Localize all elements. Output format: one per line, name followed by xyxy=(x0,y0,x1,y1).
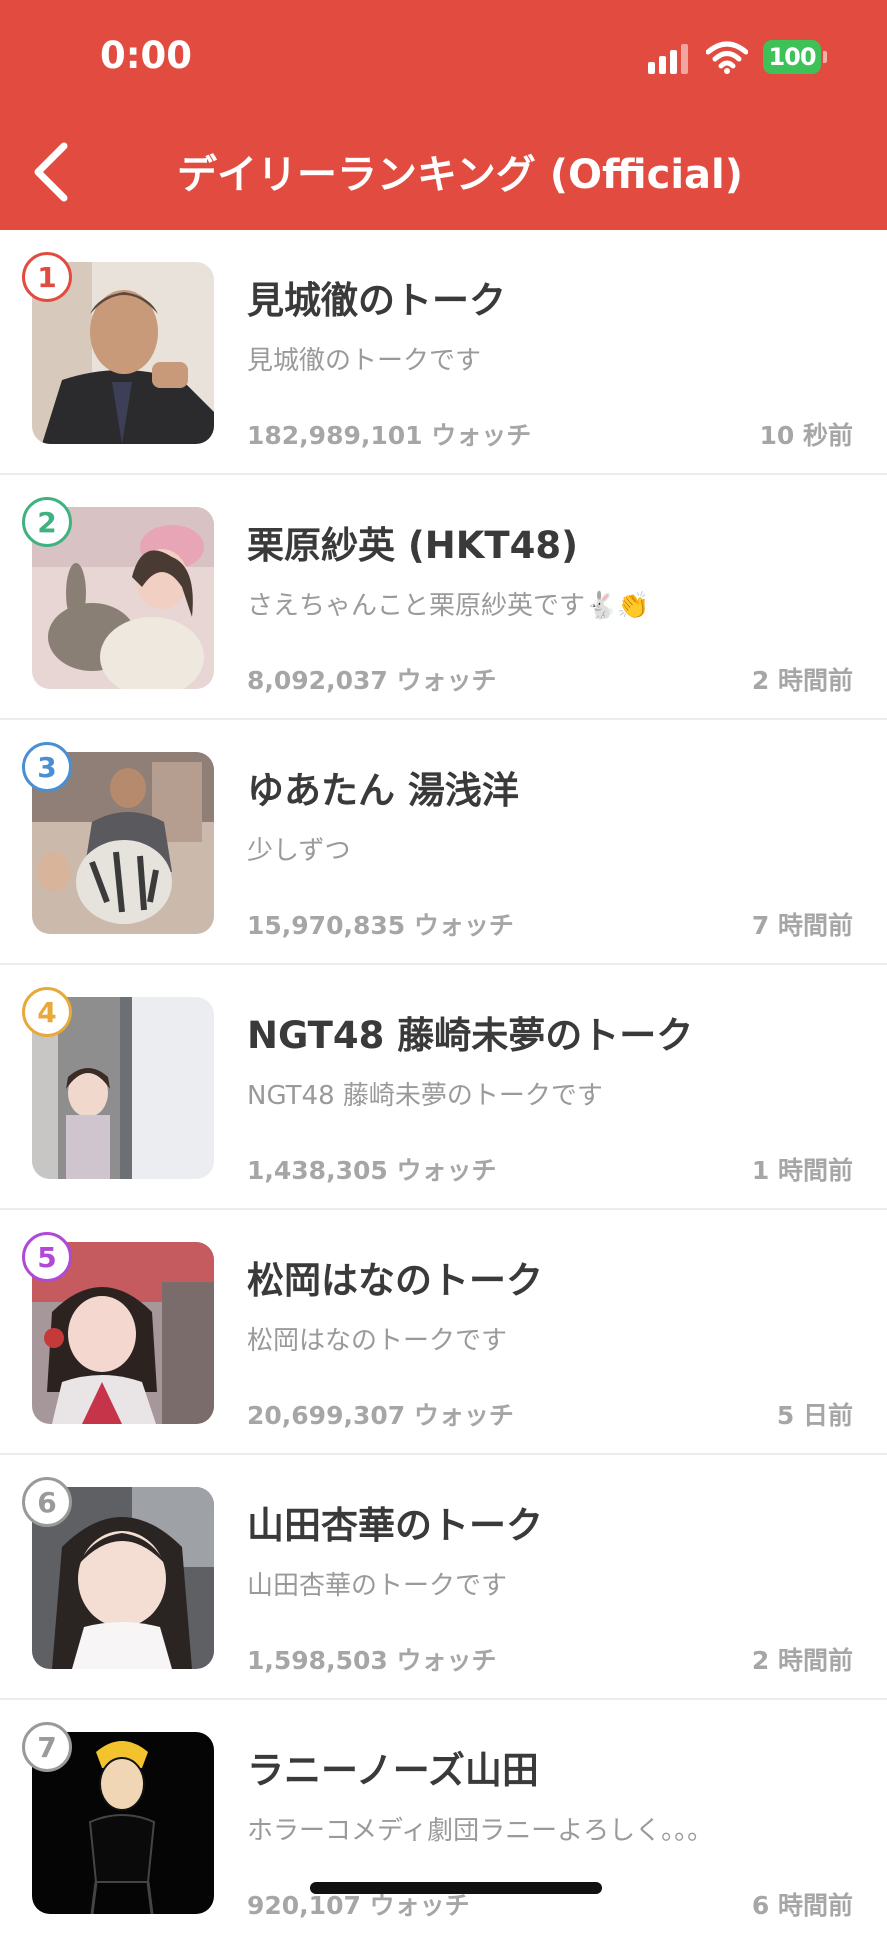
rank-badge: 1 xyxy=(22,252,72,302)
last-updated: 2 時間前 xyxy=(751,1646,853,1675)
talk-name: ゆあたん 湯浅洋 xyxy=(247,769,519,812)
rank-badge: 3 xyxy=(22,742,72,792)
last-updated: 1 時間前 xyxy=(751,1156,853,1185)
last-updated: 10 秒前 xyxy=(759,421,854,450)
rank-badge: 2 xyxy=(22,497,72,547)
battery-tip xyxy=(823,51,827,63)
talk-description: さえちゃんこと栗原紗英です🐇👏 xyxy=(247,591,650,621)
last-updated: 2 時間前 xyxy=(751,666,853,695)
watch-count: 8,092,037 ウォッチ xyxy=(247,666,497,695)
talk-name: 山田杏華のトーク xyxy=(247,1504,543,1547)
talk-name: ラニーノーズ山田 xyxy=(247,1749,539,1792)
status-time: 0:00 xyxy=(100,34,193,77)
talk-description: NGT48 藤崎未夢のトークです xyxy=(247,1081,603,1111)
cellular-signal-icon xyxy=(648,44,692,74)
back-button[interactable] xyxy=(28,140,78,204)
talk-name: 松岡はなのトーク xyxy=(247,1259,543,1302)
watch-count: 182,989,101 ウォッチ xyxy=(247,421,532,450)
ranking-list: 1 見城徹のトーク 見城徹のトークです 182,989,101 ウォッチ 10 … xyxy=(0,230,887,1943)
home-indicator[interactable] xyxy=(310,1882,602,1894)
watch-count: 1,598,503 ウォッチ xyxy=(247,1646,497,1675)
wifi-icon xyxy=(706,41,748,74)
talk-name: NGT48 藤崎未夢のトーク xyxy=(247,1014,694,1057)
watch-count: 15,970,835 ウォッチ xyxy=(247,911,514,940)
page-title: デイリーランキング (Official) xyxy=(176,152,744,198)
watch-count: 20,699,307 ウォッチ xyxy=(247,1401,514,1430)
talk-description: 見城徹のトークです xyxy=(247,346,482,376)
rank-badge: 7 xyxy=(22,1722,72,1772)
battery-icon: 100 xyxy=(763,40,821,74)
rank-badge: 6 xyxy=(22,1477,72,1527)
list-item[interactable]: 6 山田杏華のトーク 山田杏華のトークです 1,598,503 ウォッチ 2 時… xyxy=(0,1455,887,1700)
list-item[interactable]: 4 NGT48 藤崎未夢のトーク NGT48 藤崎未夢のトークです 1,438,… xyxy=(0,965,887,1210)
list-item[interactable]: 3 ゆあたん 湯浅洋 少しずつ 15,970,835 ウォッチ 7 時間前 xyxy=(0,720,887,965)
talk-name: 栗原紗英 (HKT48) xyxy=(247,524,579,567)
rank-badge: 4 xyxy=(22,987,72,1037)
last-updated: 5 日前 xyxy=(776,1401,853,1430)
talk-description: 山田杏華のトークです xyxy=(247,1571,508,1601)
talk-name: 見城徹のトーク xyxy=(247,279,506,322)
talk-description: ホラーコメディ劇団ラニーよろしく。。。 xyxy=(247,1816,714,1846)
talk-description: 少しずつ xyxy=(247,836,351,866)
list-item[interactable]: 5 松岡はなのトーク 松岡はなのトークです 20,699,307 ウォッチ 5 … xyxy=(0,1210,887,1455)
watch-count: 1,438,305 ウォッチ xyxy=(247,1156,497,1185)
rank-badge: 5 xyxy=(22,1232,72,1282)
talk-description: 松岡はなのトークです xyxy=(247,1326,508,1356)
list-item[interactable]: 1 見城徹のトーク 見城徹のトークです 182,989,101 ウォッチ 10 … xyxy=(0,230,887,475)
app-header: 0:00 100 デイリーランキング (Official) xyxy=(0,0,887,230)
list-item[interactable]: 2 栗原紗英 (HKT48) さえちゃんこと栗原紗英です🐇👏 8,092,037… xyxy=(0,475,887,720)
last-updated: 7 時間前 xyxy=(751,911,853,940)
last-updated: 6 時間前 xyxy=(751,1891,853,1920)
list-item[interactable]: 7 ラニーノーズ山田 ホラーコメディ劇団ラニーよろしく。。。 920,107 ウ… xyxy=(0,1700,887,1943)
